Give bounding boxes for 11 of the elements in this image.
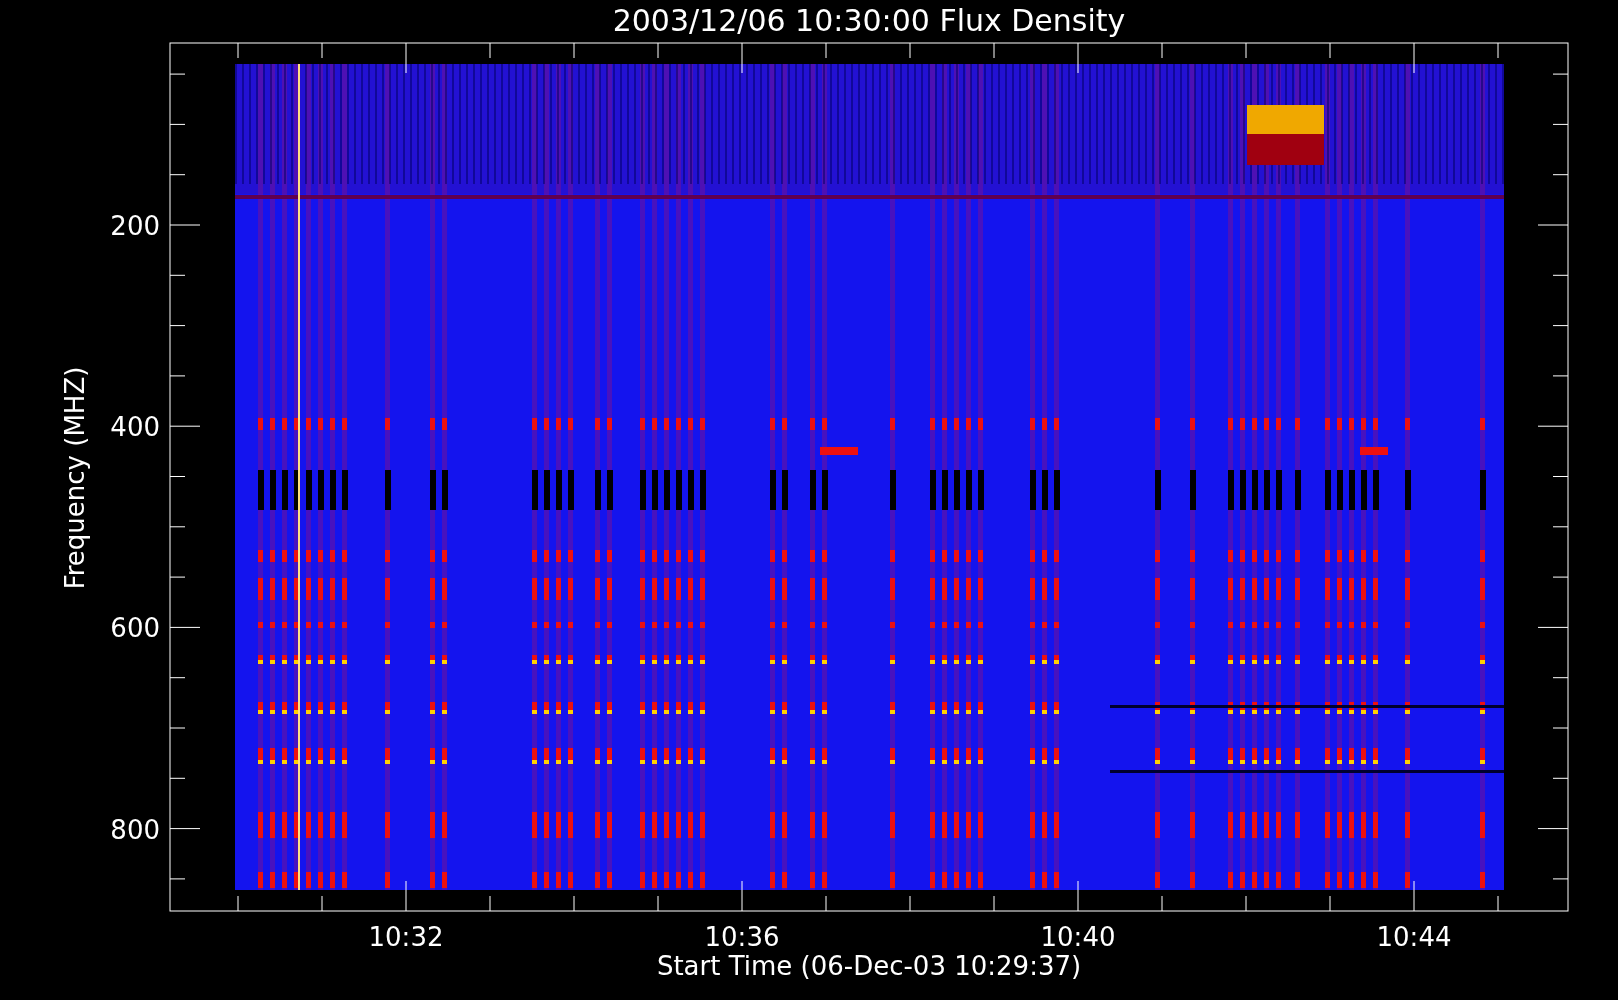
y-tick-label: 400	[110, 412, 160, 443]
y-tick-label: 200	[110, 211, 160, 241]
x-tick-label: 10:36	[704, 922, 780, 952]
x-tick-label: 10:40	[1040, 922, 1116, 952]
y-axis-label: Frequency (MHZ)	[60, 366, 90, 590]
y-tick-label: 600	[110, 613, 160, 644]
x-axis-label: Start Time (06-Dec-03 10:29:37)	[656, 951, 1082, 981]
chart-title: 2003/12/06 10:30:00 Flux Density	[612, 3, 1126, 38]
y-tick-label: 800	[110, 814, 160, 845]
x-tick-label: 10:32	[368, 922, 444, 952]
x-tick-label: 10:44	[1376, 922, 1452, 952]
